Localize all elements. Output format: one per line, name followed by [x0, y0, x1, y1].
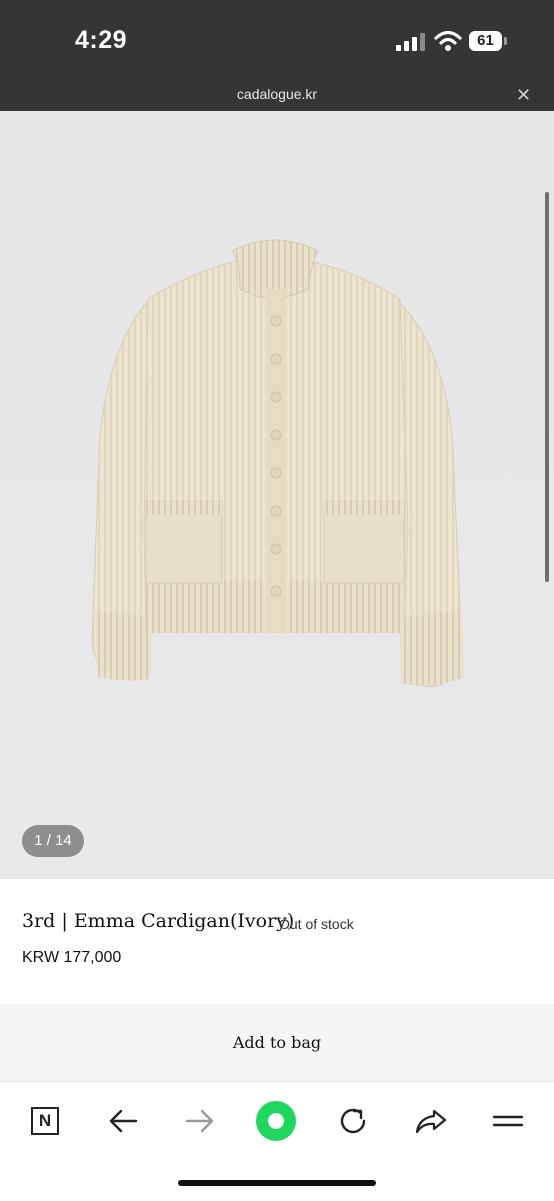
- add-to-bag-button[interactable]: Add to bag: [0, 1004, 554, 1081]
- wifi-icon: [434, 30, 462, 51]
- close-icon[interactable]: ✕: [516, 85, 531, 106]
- battery-icon: 61: [469, 31, 507, 51]
- status-time: 4:29: [75, 26, 128, 54]
- status-bar: 4:29 61: [0, 0, 554, 82]
- cardigan-image: [91, 239, 464, 688]
- product-title: 3rd | Emma Cardigan(Ivory): [22, 910, 295, 932]
- url-text[interactable]: cadalogue.kr: [0, 86, 554, 102]
- image-counter-badge: 1 / 14: [22, 825, 84, 857]
- page-scrollbar[interactable]: [545, 192, 549, 582]
- back-arrow-icon[interactable]: [101, 1099, 145, 1143]
- menu-icon[interactable]: [486, 1099, 530, 1143]
- product-image-gallery[interactable]: 1 / 14: [0, 111, 554, 879]
- home-indicator[interactable]: [178, 1180, 376, 1186]
- green-dot-icon[interactable]: [254, 1099, 298, 1143]
- battery-level: 61: [477, 32, 494, 49]
- add-to-bag-label: Add to bag: [232, 1033, 322, 1052]
- share-icon[interactable]: [409, 1099, 453, 1143]
- stock-status: Out of stock: [279, 916, 354, 932]
- reload-icon[interactable]: [331, 1099, 375, 1143]
- product-price: KRW 177,000: [22, 949, 122, 966]
- url-bar: cadalogue.kr ✕: [0, 82, 554, 111]
- naver-logo-icon[interactable]: N: [23, 1099, 67, 1143]
- cellular-signal-icon: [396, 33, 425, 51]
- forward-arrow-icon[interactable]: [178, 1099, 222, 1143]
